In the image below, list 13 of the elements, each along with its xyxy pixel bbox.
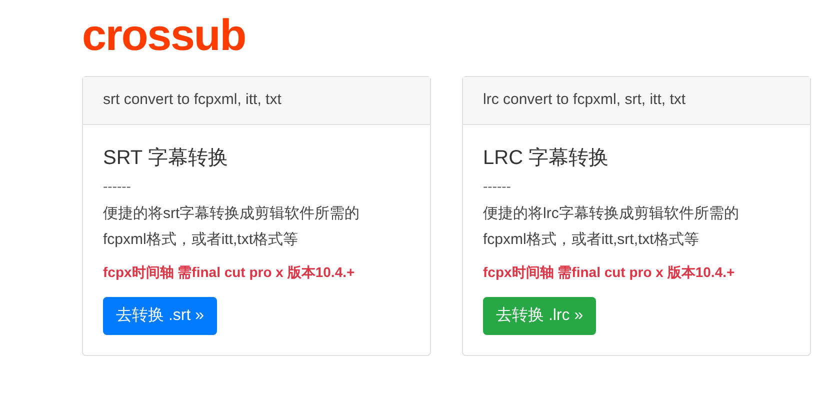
divider-text: ------ <box>483 177 512 195</box>
divider-text: ------ <box>103 177 132 195</box>
card-description: 便捷的将srt字幕转换成剪辑软件所需的fcpxml格式，或者itt,txt格式等 <box>103 204 361 250</box>
convert-button[interactable]: 去转换 .lrc » <box>483 297 596 335</box>
card-title: SRT 字幕转换 <box>103 146 229 171</box>
version-note: fcpx时间轴 需final cut pro x 版本10.4.+ <box>483 263 736 281</box>
version-note: fcpx时间轴 需final cut pro x 版本10.4.+ <box>103 263 356 281</box>
site-logo[interactable]: crossub <box>82 10 246 62</box>
convert-button[interactable]: 去转换 .srt » <box>103 297 218 335</box>
card-title: LRC 字幕转换 <box>483 146 610 171</box>
card-header: srt convert to fcpxml, itt, txt <box>83 77 430 125</box>
card-header: lrc convert to fcpxml, srt, itt, txt <box>463 77 810 125</box>
card-description: 便捷的将lrc字幕转换成剪辑软件所需的fcpxml格式，或者itt,srt,txt格式等 <box>483 204 740 250</box>
